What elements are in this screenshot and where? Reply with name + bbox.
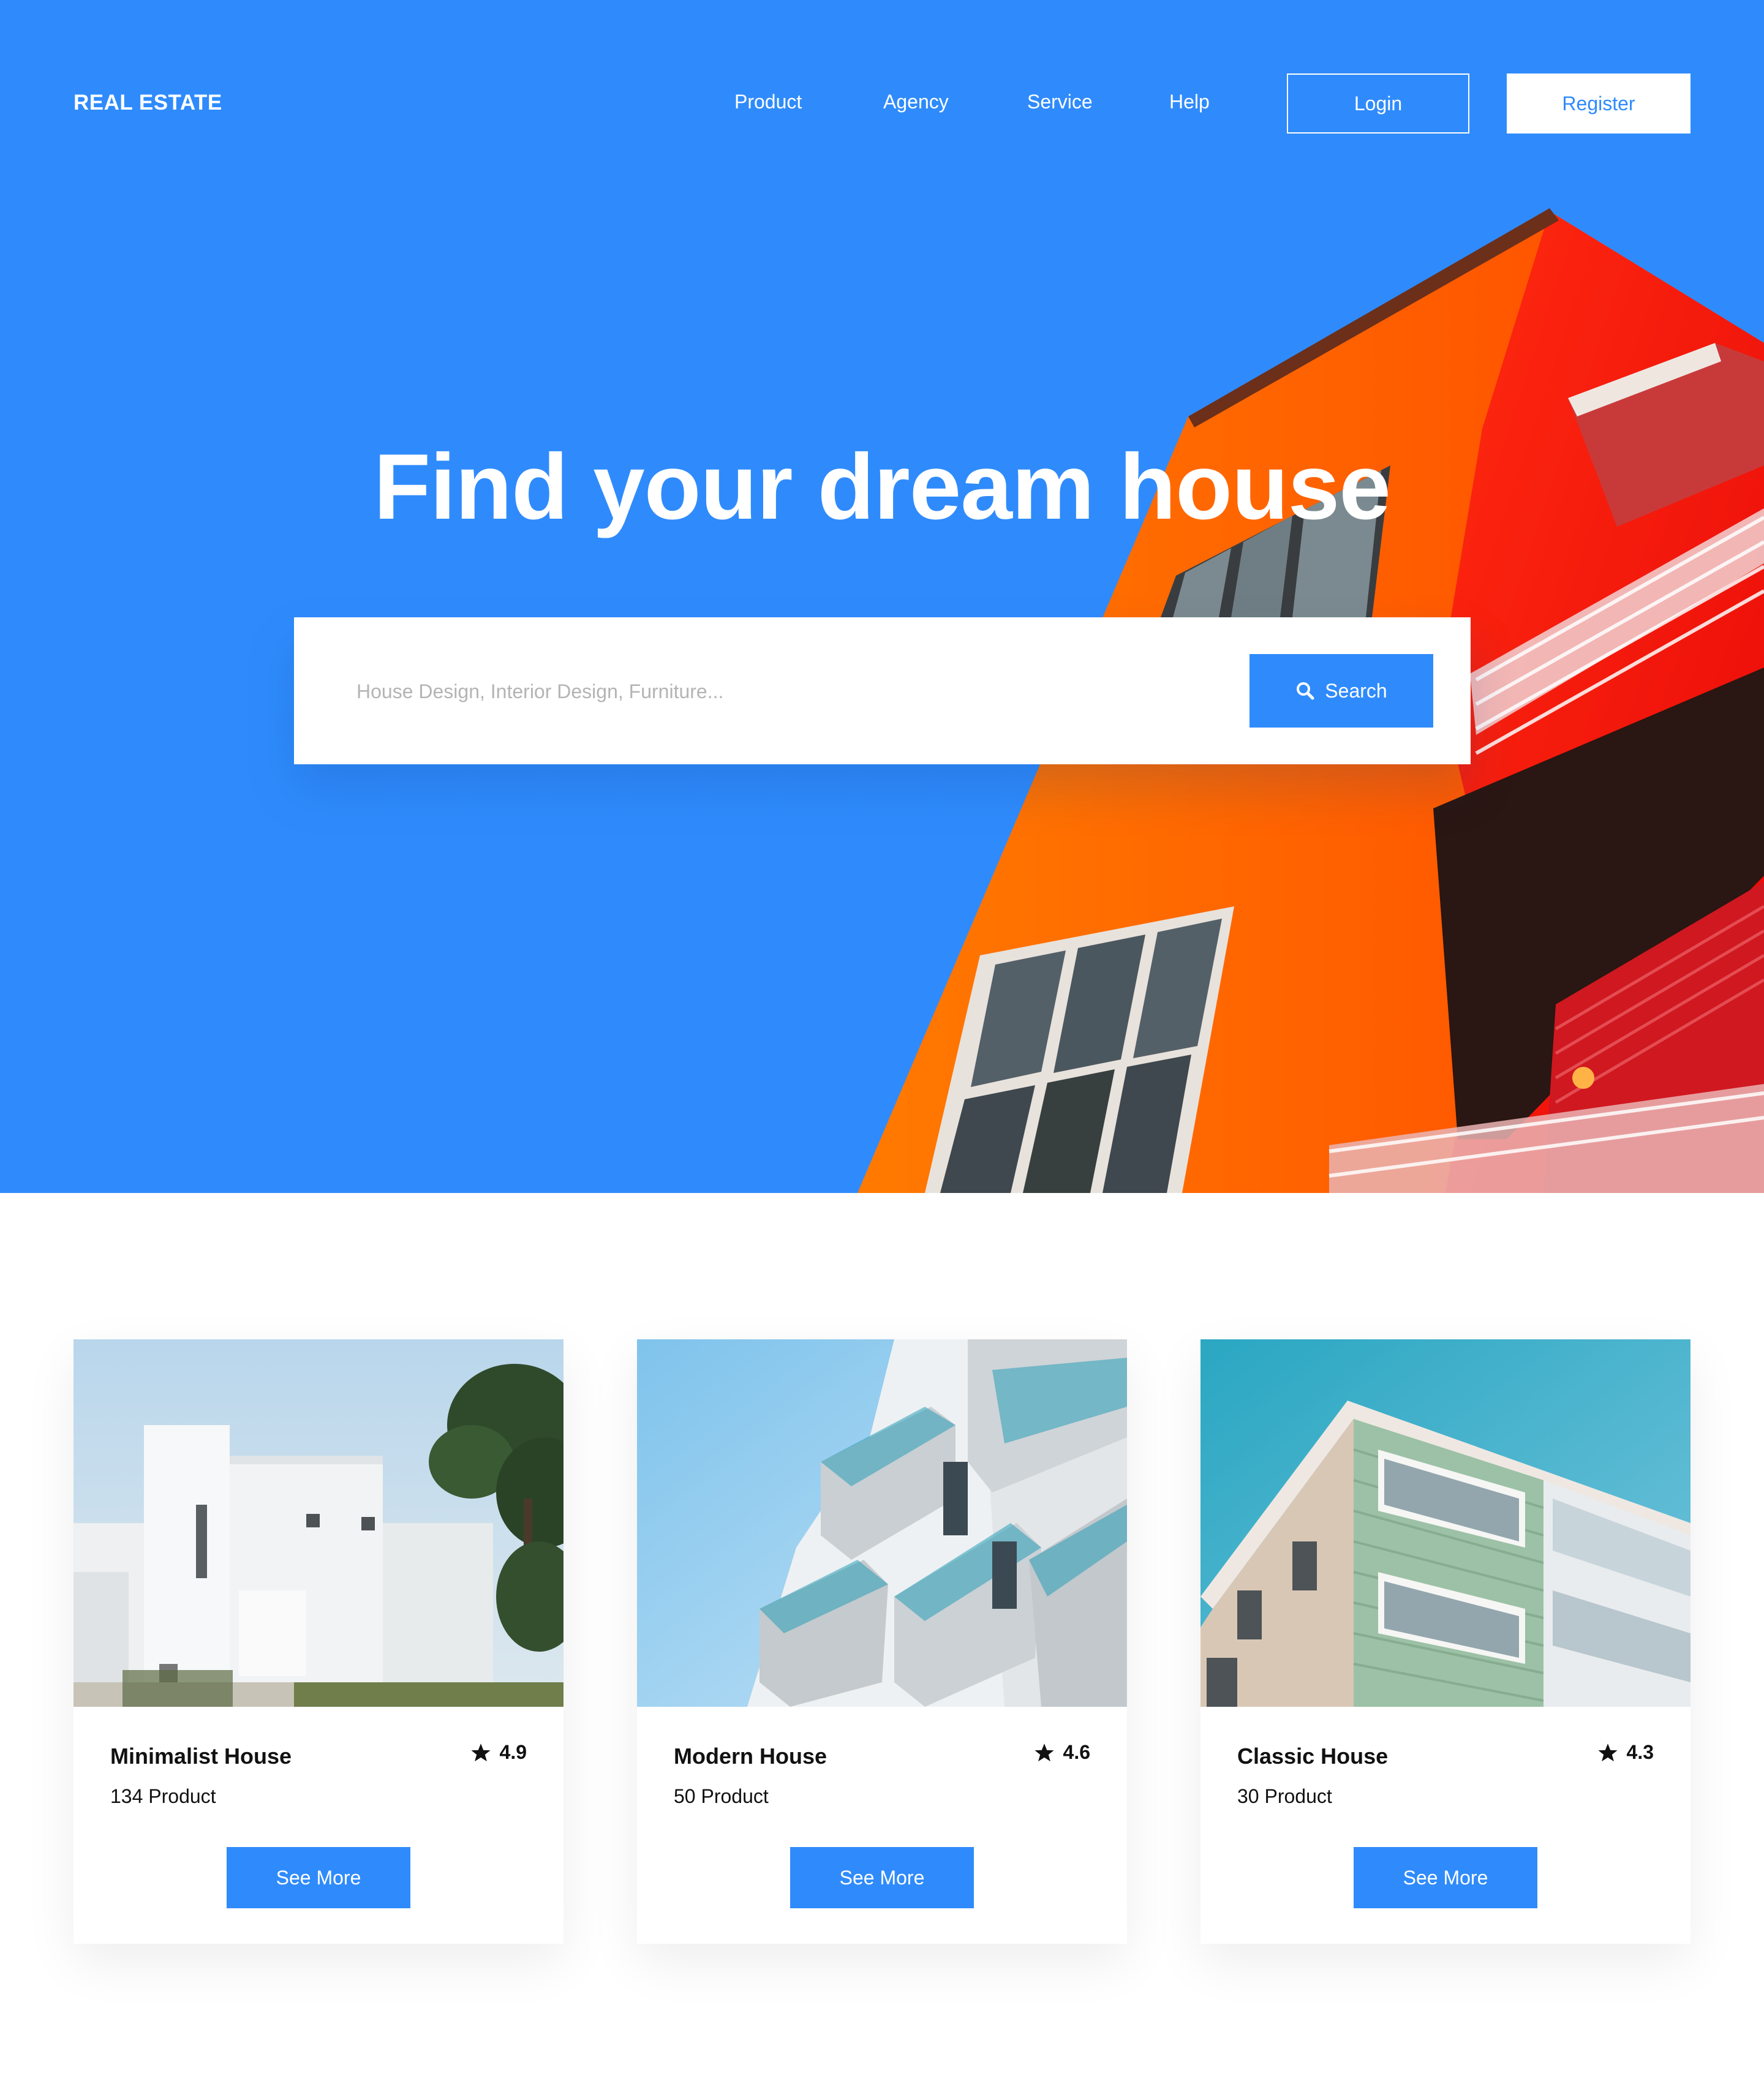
search-button[interactable]: Search: [1250, 654, 1433, 728]
card-image[interactable]: [637, 1339, 1127, 1707]
card-product-count: 50 Product: [674, 1785, 769, 1807]
rating-value: 4.3: [1626, 1741, 1654, 1763]
login-button[interactable]: Login: [1287, 73, 1469, 134]
nav-help[interactable]: Help: [1169, 91, 1210, 113]
brand-logo[interactable]: REAL ESTATE: [74, 91, 222, 115]
search-button-label: Search: [1325, 679, 1387, 702]
card-image[interactable]: [1200, 1339, 1691, 1707]
hero-section: REAL ESTATE Product Agency Service Help …: [0, 0, 1764, 1193]
card-title: Classic House: [1237, 1744, 1389, 1769]
rating-value: 4.6: [1063, 1741, 1090, 1763]
search-icon: [1297, 682, 1314, 700]
hero-building-photo: [858, 208, 1764, 1193]
see-more-button[interactable]: See More: [790, 1847, 974, 1908]
see-more-button[interactable]: See More: [227, 1847, 410, 1908]
search-input[interactable]: [355, 665, 1154, 718]
card-image[interactable]: [74, 1339, 564, 1707]
register-button[interactable]: Register: [1507, 73, 1691, 134]
card-rating: 4.9: [470, 1741, 527, 1764]
card-title: Modern House: [674, 1744, 827, 1769]
star-icon: [1597, 1743, 1618, 1761]
product-card-minimalist: Minimalist House 4.9 134 Product See Mor…: [74, 1339, 564, 1944]
card-title: Minimalist House: [110, 1744, 292, 1769]
card-product-count: 30 Product: [1237, 1785, 1332, 1807]
see-more-button[interactable]: See More: [1354, 1847, 1537, 1908]
nav-agency[interactable]: Agency: [883, 91, 949, 113]
card-rating: 4.6: [1034, 1741, 1090, 1764]
white-minimalist-house-photo: [74, 1339, 564, 1707]
hero-title: Find your dream house: [374, 435, 1391, 539]
search-bar: Search: [294, 617, 1471, 764]
star-icon: [1034, 1743, 1054, 1761]
nav-product[interactable]: Product: [734, 91, 802, 113]
card-product-count: 134 Product: [110, 1785, 216, 1807]
star-icon: [470, 1743, 491, 1761]
rating-value: 4.9: [499, 1741, 527, 1763]
card-rating: 4.3: [1597, 1741, 1654, 1764]
nav-service[interactable]: Service: [1027, 91, 1093, 113]
classic-green-building-photo: [1200, 1339, 1691, 1707]
product-card-classic: Classic House 4.3 30 Product See More: [1200, 1339, 1691, 1944]
modern-building-balconies-photo: [637, 1339, 1127, 1707]
product-card-modern: Modern House 4.6 50 Product See More: [637, 1339, 1127, 1944]
